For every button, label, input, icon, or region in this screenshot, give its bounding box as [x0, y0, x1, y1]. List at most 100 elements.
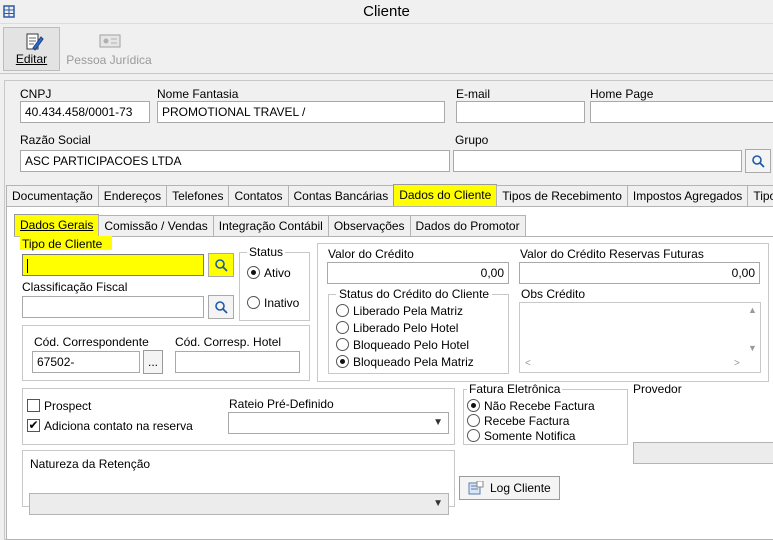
status-inativo-radio[interactable]: Inativo — [247, 294, 299, 311]
credito-liberado-hotel-label: Liberado Pelo Hotel — [353, 320, 459, 335]
subtab-observacoes[interactable]: Observações — [327, 215, 411, 236]
rateio-select[interactable]: ▼ — [228, 412, 449, 434]
cnpj-field[interactable]: 40.434.458/0001-73 — [20, 101, 150, 123]
tab-tipos-de[interactable]: Tipos de — [747, 185, 773, 206]
pessoa-juridica-label: Pessoa Jurídica — [66, 53, 152, 67]
radio-circle — [467, 429, 480, 442]
scroll-up-icon: ▲ — [748, 305, 757, 315]
scroll-left-icon: < — [525, 358, 531, 369]
valor-credito-label: Valor do Crédito — [328, 247, 414, 261]
grupo-field[interactable] — [453, 150, 742, 172]
tab-contatos[interactable]: Contatos — [228, 185, 289, 206]
tipo-cliente-label: Tipo de Cliente — [22, 237, 103, 251]
status-ativo-label: Ativo — [264, 265, 291, 280]
tab-telefones[interactable]: Telefones — [166, 185, 230, 206]
tab-enderecos[interactable]: Endereços — [97, 185, 168, 206]
fatura-nao-recebe-label: Não Recebe Factura — [484, 398, 595, 413]
fatura-recebe-label: Recebe Factura — [484, 413, 570, 428]
log-cliente-button[interactable]: Log Cliente — [459, 476, 560, 500]
sub-tabs: Dados Gerais Comissão / Vendas Integraçã… — [14, 214, 526, 236]
subtab-divider — [14, 236, 773, 237]
radio-circle — [336, 355, 349, 368]
home-page-field[interactable] — [590, 101, 773, 123]
subtab-integracao-contabil[interactable]: Integração Contábil — [212, 215, 329, 236]
tab-dados-do-cliente[interactable]: Dados do Cliente — [393, 184, 498, 206]
adiciona-contato-checkbox[interactable]: ✔ Adiciona contato na reserva — [27, 417, 193, 434]
provedor-select[interactable] — [633, 442, 773, 464]
checkbox-box — [27, 399, 40, 412]
valor-credito-field[interactable]: 0,00 — [327, 262, 509, 284]
log-cliente-label: Log Cliente — [490, 481, 551, 495]
radio-circle — [336, 304, 349, 317]
chevron-down-icon: ▼ — [433, 417, 443, 428]
tab-contas-bancarias[interactable]: Contas Bancárias — [287, 185, 395, 206]
status-ativo-radio[interactable]: Ativo — [247, 264, 291, 281]
tipo-cliente-search-button[interactable] — [208, 253, 234, 277]
cod-correspondente-field[interactable]: 67502- — [32, 351, 140, 373]
log-icon — [468, 481, 484, 495]
cod-corresp-hotel-field[interactable] — [175, 351, 300, 373]
credito-liberado-hotel-radio[interactable]: Liberado Pelo Hotel — [336, 319, 458, 336]
email-label: E-mail — [456, 87, 491, 101]
tipo-cliente-field[interactable] — [22, 254, 204, 276]
email-field[interactable] — [456, 101, 585, 123]
subtab-dados-gerais-label: Dados Gerais — [20, 218, 94, 232]
razao-social-field[interactable]: ASC PARTICIPACOES LTDA — [20, 150, 450, 172]
obs-credito-hscrollbar[interactable]: < > — [520, 357, 745, 372]
razao-social-label: Razão Social — [20, 133, 91, 147]
valor-credito-reservas-label: Valor do Crédito Reservas Futuras — [520, 247, 704, 261]
nome-fantasia-label: Nome Fantasia — [157, 87, 239, 101]
cod-corresp-hotel-label: Cód. Corresp. Hotel — [175, 335, 282, 349]
credito-bloqueado-hotel-radio[interactable]: Bloqueado Pelo Hotel — [336, 336, 469, 353]
chevron-down-icon: ▼ — [433, 498, 443, 509]
prospect-checkbox[interactable]: Prospect — [27, 397, 91, 414]
radio-circle — [467, 414, 480, 427]
fatura-somente-notifica-radio[interactable]: Somente Notifica — [467, 427, 575, 444]
provedor-label: Provedor — [633, 382, 682, 396]
valor-credito-reservas-field[interactable]: 0,00 — [519, 262, 760, 284]
nome-fantasia-field[interactable]: PROMOTIONAL TRAVEL / — [157, 101, 445, 123]
obs-credito-label: Obs Crédito — [521, 287, 586, 301]
search-icon — [215, 259, 228, 272]
radio-circle — [467, 399, 480, 412]
pessoa-juridica-button[interactable]: Pessoa Jurídica — [64, 27, 154, 71]
credito-bloqueado-matriz-label: Bloqueado Pela Matriz — [353, 354, 474, 369]
natureza-retencao-select[interactable]: ▼ — [29, 493, 449, 515]
subtab-dados-do-promotor[interactable]: Dados do Promotor — [409, 215, 526, 236]
subtab-dados-gerais[interactable]: Dados Gerais — [14, 214, 100, 236]
credito-bloqueado-matriz-radio[interactable]: Bloqueado Pela Matriz — [336, 353, 474, 370]
radio-circle — [336, 338, 349, 351]
edit-icon — [26, 33, 44, 51]
grupo-search-button[interactable] — [745, 149, 771, 173]
rateio-label: Rateio Pré-Definido — [229, 397, 334, 411]
tab-documentacao[interactable]: Documentação — [6, 185, 99, 206]
classificacao-fiscal-field[interactable] — [22, 296, 204, 318]
subtab-comissao-vendas[interactable]: Comissão / Vendas — [98, 215, 214, 236]
grupo-label: Grupo — [455, 133, 489, 147]
status-title: Status — [247, 245, 286, 259]
cnpj-label: CNPJ — [20, 87, 52, 101]
home-page-label: Home Page — [590, 87, 654, 101]
radio-circle — [247, 266, 260, 279]
credito-liberado-matriz-radio[interactable]: Liberado Pela Matriz — [336, 302, 463, 319]
check-icon: ✔ — [27, 418, 40, 432]
status-inativo-label: Inativo — [264, 295, 300, 310]
natureza-retencao-label: Natureza da Retenção — [30, 457, 151, 471]
tab-tipos-de-recebimento[interactable]: Tipos de Recebimento — [496, 185, 628, 206]
tab-impostos-agregados[interactable]: Impostos Agregados — [626, 185, 749, 206]
credito-bloqueado-hotel-label: Bloqueado Pelo Hotel — [353, 337, 470, 352]
window-title: Cliente — [363, 3, 410, 20]
text-cursor — [27, 258, 28, 273]
edit-button[interactable]: Editar — [3, 27, 60, 71]
main-tabs: Documentação Endereços Telefones Contato… — [6, 184, 773, 206]
cod-correspondente-browse-button[interactable]: ... — [143, 350, 163, 374]
adiciona-contato-label: Adiciona contato na reserva — [44, 418, 193, 433]
edit-button-label: Editar — [15, 52, 48, 66]
id-card-icon — [99, 34, 121, 48]
fatura-eletronica-title: Fatura Eletrônica — [467, 382, 563, 396]
obs-credito-vscrollbar[interactable]: ▲ ▼ — [745, 303, 760, 357]
classificacao-fiscal-search-button[interactable] — [208, 295, 234, 319]
prospect-label: Prospect — [44, 398, 92, 413]
credito-liberado-matriz-label: Liberado Pela Matriz — [353, 303, 464, 318]
scroll-down-icon: ▼ — [748, 343, 757, 353]
